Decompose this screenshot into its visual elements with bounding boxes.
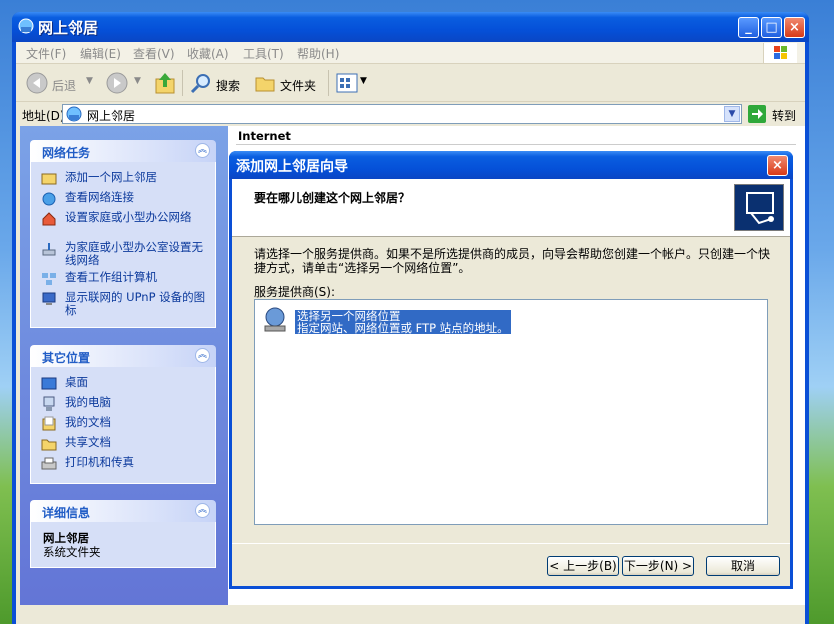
dialog-heading: 要在哪儿创建这个网上邻居？	[254, 191, 411, 205]
group-header: Internet	[238, 129, 291, 143]
menu-edit[interactable]: 编辑(E)	[80, 45, 121, 62]
go-arrow-icon[interactable]	[748, 105, 766, 123]
back-label[interactable]: 后退	[52, 77, 76, 94]
wizard-network-folder-icon	[734, 184, 784, 231]
dialog-description: 请选择一个服务提供商。如果不是所选提供商的成员，向导会帮助您创建一个帐户。只创建…	[254, 247, 771, 275]
home-network-icon	[42, 212, 56, 226]
dialog-client: 要在哪儿创建这个网上邻居？ 请选择一个服务提供商。如果不是所选提供商的成员，向导…	[232, 179, 790, 586]
workgroup-icon	[42, 273, 56, 285]
folders-label[interactable]: 文件夹	[280, 77, 316, 94]
forward-arrow-icon[interactable]	[106, 72, 128, 94]
collapse-chevron-icon[interactable]: ︽	[195, 503, 210, 518]
group-underline	[236, 144, 796, 145]
printer-icon	[41, 457, 57, 470]
add-place-icon	[41, 173, 57, 185]
other-places-header[interactable]: 其它位置 ︽	[30, 345, 216, 367]
documents-icon	[42, 416, 56, 431]
search-label[interactable]: 搜索	[216, 77, 240, 94]
back-arrow-icon[interactable]	[26, 72, 48, 94]
provider-list[interactable]: 选择另一个网络位置 指定网站、网络位置或 FTP 站点的地址。	[254, 299, 768, 525]
menu-view[interactable]: 查看(V)	[133, 45, 175, 62]
provider-option-desc: 指定网站、网络位置或 FTP 站点的地址。	[297, 321, 509, 335]
task-pane: 网络任务 ︽ 添加一个网上邻居 查看网络连接 设置家庭或小型办公网络 为家庭或小…	[20, 126, 230, 605]
menu-favorites[interactable]: 收藏(A)	[187, 45, 229, 62]
address-value: 网上邻居	[87, 109, 136, 123]
search-icon[interactable]	[190, 72, 212, 94]
toolbar-divider	[182, 70, 183, 96]
address-label: 地址(D)	[22, 109, 65, 123]
upnp-device-icon	[42, 292, 56, 305]
window-title: 网上邻居	[38, 19, 99, 37]
folders-icon[interactable]	[254, 72, 276, 94]
shared-folder-icon	[41, 439, 57, 451]
network-tasks-panel: 添加一个网上邻居 查看网络连接 设置家庭或小型办公网络 为家庭或小型办公室设置无…	[30, 162, 216, 328]
dialog-header: 要在哪儿创建这个网上邻居？	[232, 179, 790, 237]
maximize-button[interactable]: □	[761, 17, 782, 38]
network-tasks-header[interactable]: 网络任务 ︽	[30, 140, 216, 162]
address-dropdown-icon[interactable]: ▼	[724, 106, 740, 122]
network-icon	[66, 106, 82, 122]
menu-file[interactable]: 文件(F)	[26, 45, 66, 62]
forward-dropdown-icon[interactable]: ▼	[134, 76, 141, 86]
go-button[interactable]: 转到	[772, 107, 796, 124]
collapse-chevron-icon[interactable]: ︽	[195, 348, 210, 363]
network-globe-icon	[264, 307, 286, 332]
toolbar: 后退 ▼ ▼ 搜索 文件夹 ▼	[16, 64, 805, 102]
dialog-separator	[232, 543, 790, 544]
menu-help[interactable]: 帮助(H)	[297, 45, 339, 62]
details-panel: 网上邻居 系统文件夹	[30, 522, 216, 568]
next-button[interactable]: 下一步(N) >	[622, 556, 694, 576]
wireless-icon	[42, 243, 56, 256]
panel-title: 详细信息	[42, 506, 91, 520]
views-dropdown-icon[interactable]: ▼	[360, 76, 367, 86]
address-bar: 地址(D) 网上邻居 ▼ 转到	[16, 102, 805, 126]
back-dropdown-icon[interactable]: ▼	[86, 76, 93, 86]
other-places-panel: 桌面 我的电脑 我的文档 共享文档 打印机和传真	[30, 367, 216, 484]
title-bar[interactable]: 网上邻居 _ □ ×	[12, 12, 809, 42]
computer-icon	[43, 396, 55, 411]
menu-bar: 文件(F) 编辑(E) 查看(V) 收藏(A) 工具(T) 帮助(H)	[16, 42, 805, 64]
details-header[interactable]: 详细信息 ︽	[30, 500, 216, 522]
network-icon	[18, 18, 34, 34]
desktop-icon	[41, 377, 57, 390]
panel-title: 网络任务	[42, 146, 91, 160]
provider-list-label: 服务提供商(S):	[254, 285, 336, 299]
collapse-chevron-icon[interactable]: ︽	[195, 143, 210, 158]
back-button[interactable]: < 上一步(B)	[547, 556, 619, 576]
panel-title: 其它位置	[42, 351, 91, 365]
dialog-close-button[interactable]: ×	[767, 155, 788, 176]
details-type: 系统文件夹	[43, 545, 101, 559]
close-button[interactable]: ×	[784, 17, 805, 38]
menu-tools[interactable]: 工具(T)	[243, 45, 284, 62]
views-icon[interactable]	[336, 73, 358, 93]
dialog-title-bar[interactable]: 添加网上邻居向导 ×	[229, 151, 793, 179]
wizard-dialog: 添加网上邻居向导 × 要在哪儿创建这个网上邻居？ 请选择一个服务提供商。如果不是…	[229, 151, 793, 589]
up-folder-icon[interactable]	[154, 71, 176, 95]
toolbar-divider	[328, 70, 329, 96]
cancel-button[interactable]: 取消	[706, 556, 780, 576]
network-connections-icon	[42, 192, 56, 206]
address-input[interactable]: 网上邻居 ▼	[62, 104, 742, 124]
minimize-button[interactable]: _	[738, 17, 759, 38]
dialog-title: 添加网上邻居向导	[236, 159, 348, 175]
windows-logo-icon	[763, 43, 797, 63]
provider-option-selected[interactable]: 选择另一个网络位置 指定网站、网络位置或 FTP 站点的地址。	[295, 310, 511, 334]
